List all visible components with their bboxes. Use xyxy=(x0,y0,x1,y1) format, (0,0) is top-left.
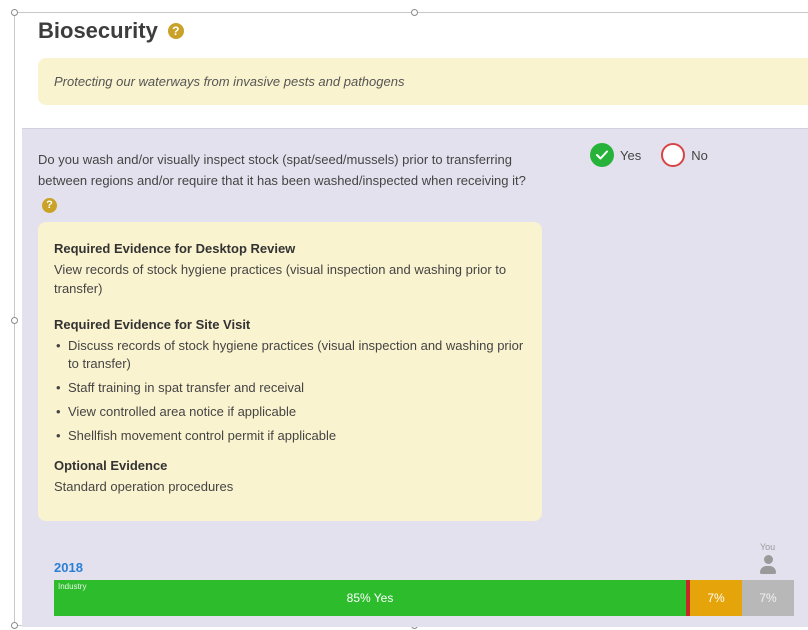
answer-yes-option[interactable]: Yes xyxy=(590,143,641,167)
question-circle-icon[interactable]: ? xyxy=(42,198,57,213)
bar-label-na: 7% xyxy=(759,591,777,605)
section-subtitle: Protecting our waterways from invasive p… xyxy=(54,74,405,89)
question-label: Do you wash and/or visually inspect stoc… xyxy=(38,152,526,188)
question-circle-icon[interactable]: ? xyxy=(167,23,184,39)
desktop-review-text: View records of stock hygiene practices … xyxy=(54,262,507,296)
resize-handle[interactable] xyxy=(411,9,418,16)
answer-options: Yes No xyxy=(590,143,728,167)
desktop-review-section: Required Evidence for Desktop Review Vie… xyxy=(54,240,526,298)
site-visit-list: Discuss records of stock hygiene practic… xyxy=(54,337,526,445)
optional-evidence-heading: Optional Evidence xyxy=(54,458,168,473)
section-banner: Protecting our waterways from invasive p… xyxy=(38,58,808,105)
evidence-box: Required Evidence for Desktop Review Vie… xyxy=(38,222,542,521)
bar-segment-na: 7% xyxy=(742,580,794,616)
resize-handle[interactable] xyxy=(11,622,18,629)
optional-evidence-section: Optional Evidence Standard operation pro… xyxy=(54,457,526,496)
answer-no-option[interactable]: No xyxy=(661,143,708,167)
industry-label: Industry xyxy=(58,582,87,591)
bar-label-no: 7% xyxy=(707,591,725,605)
desktop-review-heading: Required Evidence for Desktop Review xyxy=(54,241,296,256)
optional-evidence-text: Standard operation procedures xyxy=(54,479,234,494)
list-item: Shellfish movement control permit if app… xyxy=(54,427,526,445)
resize-handle[interactable] xyxy=(11,317,18,324)
list-item: Discuss records of stock hygiene practic… xyxy=(54,337,526,373)
check-circle-icon[interactable] xyxy=(590,143,614,167)
site-visit-heading: Required Evidence for Site Visit xyxy=(54,317,251,332)
bar-label-yes: 85% Yes xyxy=(346,591,394,605)
section-title-text: Biosecurity xyxy=(38,18,158,43)
you-label: You xyxy=(760,542,776,552)
empty-circle-icon[interactable] xyxy=(661,143,686,167)
question-text: Do you wash and/or visually inspect stoc… xyxy=(38,149,548,213)
industry-results-bar: Industry 85% Yes 7% 7% xyxy=(54,580,794,616)
site-visit-section: Required Evidence for Site Visit Discuss… xyxy=(54,316,526,445)
resize-handle[interactable] xyxy=(11,9,18,16)
section-title: Biosecurity ? xyxy=(38,18,184,44)
results-year[interactable]: 2018 xyxy=(54,560,83,575)
bar-segment-yes: Industry 85% Yes xyxy=(54,580,686,616)
person-icon xyxy=(760,555,776,575)
bar-segment-no: 7% xyxy=(690,580,742,616)
question-panel: Do you wash and/or visually inspect stoc… xyxy=(22,128,808,627)
list-item: View controlled area notice if applicabl… xyxy=(54,403,526,421)
answer-no-label[interactable]: No xyxy=(691,148,708,163)
list-item: Staff training in spat transfer and rece… xyxy=(54,379,526,397)
answer-yes-label[interactable]: Yes xyxy=(620,148,641,163)
